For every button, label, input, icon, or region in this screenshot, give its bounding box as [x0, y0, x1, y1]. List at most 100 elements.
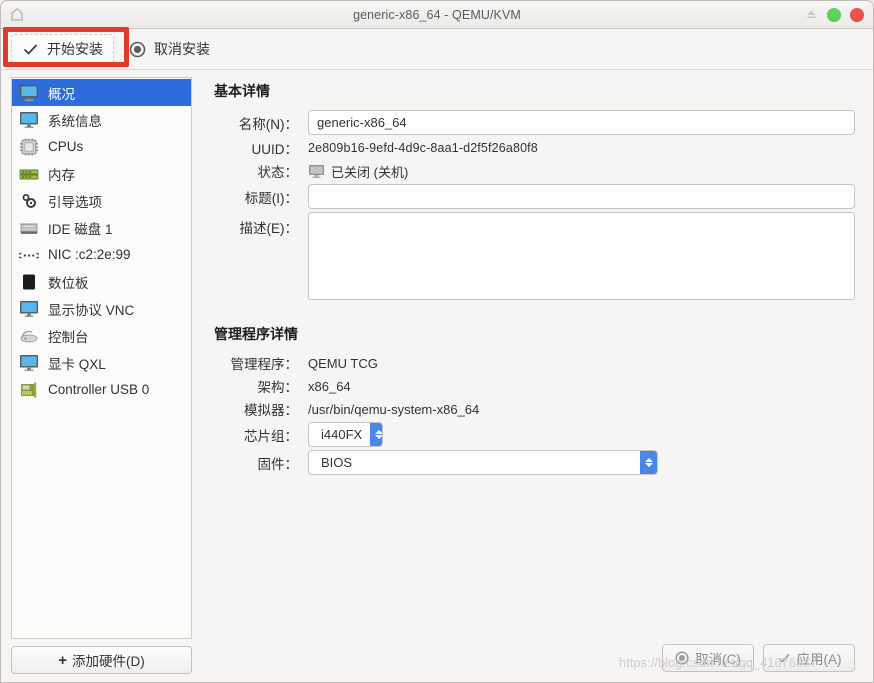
hardware-list[interactable]: 概况 系统信息 CPUs 内存 引导选项 IDE 磁盘 1 ··· NIC:c…: [11, 77, 192, 639]
name-input[interactable]: [308, 110, 855, 135]
architecture-row: 架构： x86_64: [214, 376, 855, 396]
emulator-label: 模拟器：: [244, 403, 298, 418]
uuid-value: 2e809b16-9efd-4d9c-8aa1-d2f5f26a80f8: [308, 141, 538, 155]
title-input[interactable]: [308, 184, 855, 209]
architecture-value: x86_64: [308, 378, 351, 394]
chevron-updown-icon: [370, 423, 382, 446]
svg-text:<···>: <···>: [19, 249, 39, 262]
sidebar-item-label: NIC :c2:2e:99: [48, 247, 131, 262]
description-value-cell: [308, 212, 855, 303]
basic-details-title: 基本详情: [214, 83, 270, 99]
hypervisor-row: 管理程序： QEMU TCG: [214, 353, 855, 373]
sidebar-item-nic[interactable]: <···> NIC :c2:2e:99: [12, 241, 191, 268]
minimize-dot[interactable]: [827, 7, 841, 22]
monitor-icon: [18, 84, 39, 102]
footer-actions: 取消(C) 应用(A): [662, 644, 855, 672]
sidebar-item-label: 内存: [48, 167, 75, 183]
cancel-button-label: 取消(C): [695, 652, 741, 667]
eject-icon[interactable]: [805, 8, 818, 21]
network-icon: <···>: [18, 246, 39, 264]
cancel-button[interactable]: 取消(C): [662, 644, 754, 672]
check-icon: [22, 41, 39, 58]
add-hardware-button[interactable]: + 添加硬件(D): [11, 646, 192, 674]
hypervisor-details-title: 管理程序详情: [214, 326, 298, 342]
sidebar-item-label: 系统信息: [48, 113, 102, 129]
sidebar-item-label: 显示协议 VNC: [48, 302, 135, 318]
chipset-label: 芯片组：: [244, 428, 298, 444]
chipset-row: 芯片组： i440FX: [214, 422, 855, 447]
hypervisor-value: QEMU TCG: [308, 355, 378, 371]
sidebar-item-label: CPUs: [48, 139, 84, 154]
hypervisor-details-form: 管理程序： QEMU TCG 架构： x86_64 模拟器： /usr/bin/…: [214, 350, 855, 478]
toolbar: 开始安装 取消安装: [1, 27, 873, 70]
description-textarea[interactable]: [308, 212, 855, 300]
uuid-row: UUID： 2e809b16-9efd-4d9c-8aa1-d2f5f26a80…: [214, 138, 855, 158]
chevron-updown-icon: [640, 451, 657, 474]
sidebar-item-boot-options[interactable]: 引导选项: [12, 187, 191, 214]
app-icon: [9, 7, 25, 23]
begin-installation-button[interactable]: 开始安装: [11, 34, 114, 64]
plus-icon: +: [58, 651, 67, 669]
description-row: 描述(E)：: [214, 212, 855, 303]
monitor-icon: [18, 111, 39, 129]
title-value-cell: [308, 184, 855, 209]
window-title: generic-x86_64 - QEMU/KVM: [353, 7, 521, 22]
chipset-select[interactable]: i440FX: [308, 422, 383, 447]
content-area: 概况 系统信息 CPUs 内存 引导选项 IDE 磁盘 1 ··· NIC:c…: [1, 69, 873, 682]
gear-icon: [18, 192, 39, 210]
sidebar-item-label: Controller USB 0: [48, 382, 150, 397]
title-bar: generic-x86_64 - QEMU/KVM: [1, 1, 873, 29]
usb-controller-icon: [18, 381, 39, 399]
display-icon: [18, 300, 39, 318]
video-card-icon: [18, 354, 39, 372]
memory-icon: [18, 165, 39, 183]
sidebar-item-console[interactable]: 控制台: [12, 322, 191, 349]
sidebar-item-label: 数位板: [48, 275, 89, 291]
firmware-value-cell: BIOS: [308, 450, 855, 475]
hypervisor-label: 管理程序：: [230, 357, 299, 372]
chipset-value-cell: i440FX: [308, 422, 855, 447]
cpu-chip-icon: [18, 138, 39, 156]
apply-button[interactable]: 应用(A): [763, 644, 855, 672]
title-label: 标题(I)：: [244, 190, 298, 206]
description-label: 描述(E)：: [239, 221, 299, 236]
sidebar-item-memory[interactable]: 内存: [12, 160, 191, 187]
sidebar-item-controller-usb-0[interactable]: Controller USB 0: [12, 376, 191, 403]
apply-button-label: 应用(A): [796, 652, 842, 667]
sidebar-item-overview[interactable]: 概况: [12, 79, 191, 106]
name-row: 名称(N)：: [214, 110, 855, 135]
emulator-value: /usr/bin/qemu-system-x86_64: [308, 401, 480, 417]
sidebar-item-label: 引导选项: [48, 194, 102, 210]
firmware-label: 固件：: [257, 456, 299, 472]
close-dot[interactable]: [850, 7, 864, 22]
add-hardware-label: 添加硬件(D): [72, 654, 145, 669]
check-icon: [777, 651, 791, 665]
cancel-installation-button[interactable]: 取消安装: [118, 34, 221, 64]
sidebar: 概况 系统信息 CPUs 内存 引导选项 IDE 磁盘 1 ··· NIC:c…: [1, 69, 198, 682]
sidebar-item-display-vnc[interactable]: 显示协议 VNC: [12, 295, 191, 322]
architecture-label: 架构：: [257, 380, 299, 395]
details-panel: 基本详情 名称(N)： UUID： 2e809b16-9efd-4d9c-8aa…: [198, 69, 873, 682]
sidebar-item-label: 显卡 QXL: [48, 356, 106, 372]
firmware-select[interactable]: BIOS: [308, 450, 658, 475]
tablet-icon: [18, 273, 39, 291]
sidebar-item-ide-disk-1[interactable]: IDE 磁盘 1: [12, 214, 191, 241]
window-controls: [805, 1, 864, 28]
sidebar-item-video-qxl[interactable]: 显卡 QXL: [12, 349, 191, 376]
sidebar-item-label: IDE 磁盘 1: [48, 221, 113, 237]
sidebar-item-system-info[interactable]: 系统信息: [12, 106, 191, 133]
name-value-cell: [308, 110, 855, 135]
state-value-cell: 已关闭 (关机): [308, 161, 855, 181]
console-icon: [18, 327, 39, 345]
basic-details-form: 名称(N)： UUID： 2e809b16-9efd-4d9c-8aa1-d2f…: [214, 107, 855, 306]
state-label: 状态：: [257, 165, 299, 180]
firmware-row: 固件： BIOS: [214, 450, 855, 475]
sidebar-item-cpus[interactable]: CPUs: [12, 133, 191, 160]
cancel-circle-icon: [129, 41, 146, 58]
chipset-selected-value: i440FX: [321, 427, 363, 442]
emulator-row: 模拟器： /usr/bin/qemu-system-x86_64: [214, 399, 855, 419]
uuid-label: UUID：: [251, 142, 299, 157]
cancel-installation-label: 取消安装: [154, 41, 210, 57]
sidebar-item-tablet[interactable]: 数位板: [12, 268, 191, 295]
cancel-circle-icon: [675, 651, 689, 665]
